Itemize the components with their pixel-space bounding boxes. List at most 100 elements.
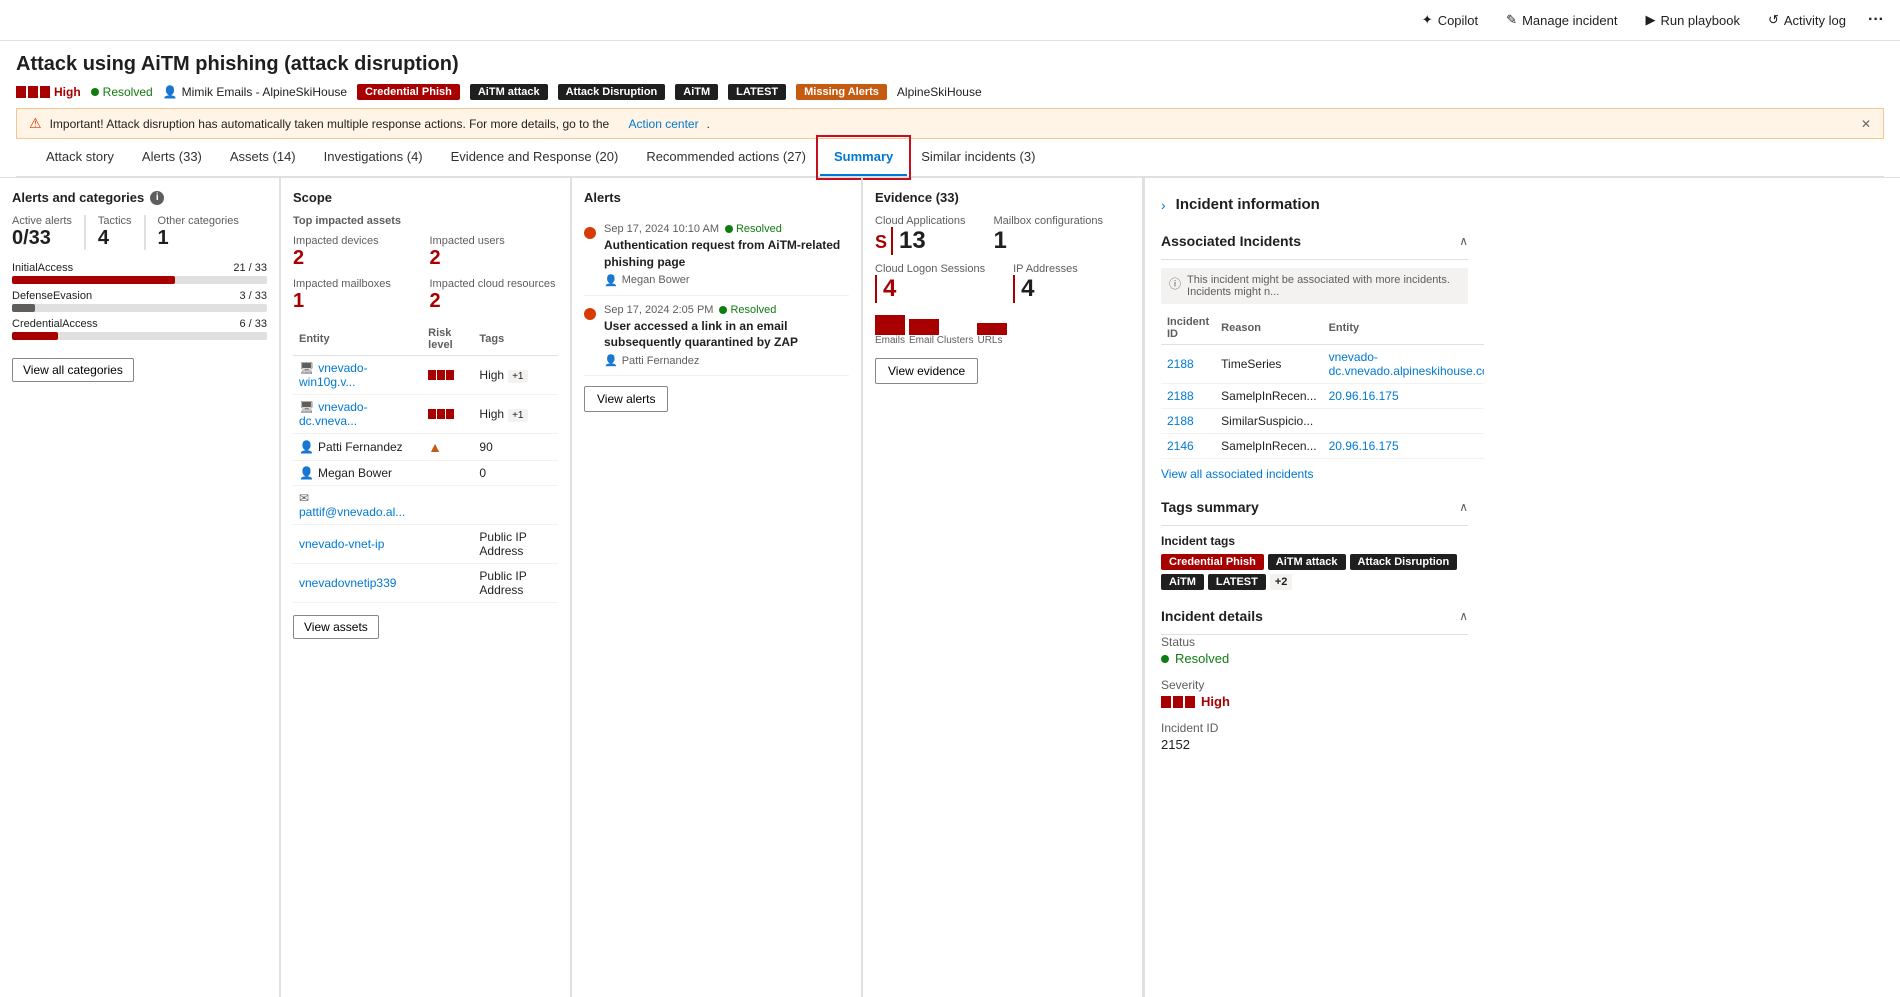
warning-icon: ⚠	[29, 115, 42, 132]
incident-row-2: 2188 SamelpInRecen... 20.96.16.175	[1161, 384, 1484, 409]
action-center-link[interactable]: Action center	[629, 117, 699, 131]
tab-similar-incidents[interactable]: Similar incidents (3)	[907, 139, 1049, 176]
credential-access-bar-bg	[12, 332, 267, 340]
tag-credential-phish-sidebar: Credential Phish	[1161, 554, 1264, 570]
credential-access-progress: CredentialAccess 6 / 33	[12, 318, 267, 340]
tab-attack-story[interactable]: Attack story	[32, 139, 128, 176]
incident-id-detail-label: Incident ID	[1161, 721, 1468, 735]
view-evidence-button[interactable]: View evidence	[875, 358, 978, 384]
view-assets-button[interactable]: View assets	[293, 615, 379, 639]
table-row: 👤Patti Fernandez ▲ 90	[293, 434, 558, 461]
entity-link[interactable]: 20.96.16.175	[1329, 389, 1399, 403]
alerts-feed-title: Alerts	[584, 190, 849, 205]
evidence-top-row: Cloud Applications S 13 Mailbox configur…	[875, 215, 1130, 255]
close-banner-button[interactable]: ✕	[1861, 117, 1871, 131]
associated-incidents-section: Associated Incidents ∧ ⓘ This incident m…	[1161, 223, 1468, 481]
tab-assets[interactable]: Assets (14)	[216, 139, 310, 176]
entity-cell: 20.96.16.175	[1323, 384, 1484, 409]
entity-link[interactable]: vnevado-vnet-ip	[299, 537, 384, 551]
incidents-table: Incident ID Reason Entity 2188 TimeSerie…	[1161, 312, 1484, 459]
entity-link[interactable]: 20.96.16.175	[1329, 439, 1399, 453]
user-icon: 👤	[604, 354, 618, 367]
entity-link[interactable]: vnevado-dc.vnevado.alpineskihouse.co	[1329, 350, 1484, 378]
status-detail-row: Status Resolved	[1161, 635, 1468, 666]
risk-cell: ▲	[422, 434, 473, 461]
entity-cell: vnevado-vnet-ip	[293, 525, 422, 564]
tags-summary-header[interactable]: Tags summary ∧	[1161, 489, 1468, 526]
view-all-associated-link[interactable]: View all associated incidents	[1161, 467, 1314, 481]
tab-alerts[interactable]: Alerts (33)	[128, 139, 216, 176]
alerts-categories-panel: Alerts and categories i Active alerts 0/…	[0, 178, 280, 997]
risk-block-1	[428, 409, 436, 419]
severity-block-1	[16, 86, 26, 98]
more-actions-button[interactable]: ···	[1868, 11, 1884, 29]
view-all-categories-button[interactable]: View all categories	[12, 358, 134, 382]
incident-info-toggle[interactable]: › Incident information	[1161, 190, 1468, 223]
risk-cell	[422, 356, 473, 395]
other-categories-stat: Other categories 1	[158, 215, 251, 250]
alert-title-1: Authentication request from AiTM-related…	[604, 237, 849, 271]
resolved-dot	[1161, 655, 1169, 663]
severity-block-3	[40, 86, 50, 98]
copilot-button[interactable]: ✦ Copilot	[1416, 8, 1484, 32]
tab-evidence-response[interactable]: Evidence and Response (20)	[437, 139, 633, 176]
sev-block-3	[1185, 696, 1195, 708]
tags-col-header: Tags	[473, 323, 558, 356]
risk-blocks	[428, 370, 467, 380]
tab-summary[interactable]: Summary	[820, 139, 907, 176]
cloud-apps-values: S 13	[875, 227, 966, 255]
entity-name: Megan Bower	[318, 466, 392, 480]
impacted-devices-label: Impacted devices	[293, 235, 422, 247]
run-playbook-button[interactable]: ▶ Run playbook	[1639, 8, 1746, 32]
alert-user-2: 👤 Patti Fernandez	[604, 354, 849, 367]
emails-label: Emails	[875, 335, 905, 346]
reason-header: Reason	[1215, 312, 1322, 345]
entity-name: Patti Fernandez	[318, 440, 403, 454]
resolved-dot	[725, 225, 733, 233]
tags-cell: Public IP Address	[473, 525, 558, 564]
entity-link[interactable]: pattif@vnevado.al...	[299, 505, 405, 519]
tab-investigations[interactable]: Investigations (4)	[310, 139, 437, 176]
entity-cell: 👤Patti Fernandez	[293, 434, 422, 461]
risk-block-1	[428, 370, 436, 380]
associated-incidents-title: Associated Incidents	[1161, 233, 1301, 249]
credential-access-bar-fill	[12, 332, 58, 340]
alert-status-1: Resolved	[736, 223, 782, 235]
table-row: ✉pattif@vnevado.al...	[293, 486, 558, 525]
cloud-apps-label: Cloud Applications	[875, 215, 966, 227]
defense-evasion-bar-bg	[12, 304, 267, 312]
history-icon: ↺	[1768, 12, 1779, 28]
reason-cell: SamelpInRecen...	[1215, 434, 1322, 459]
tag-aitm-attack: AiTM attack	[470, 84, 548, 100]
alert-banner: ⚠ Important! Attack disruption has autom…	[16, 108, 1884, 139]
incident-details-header[interactable]: Incident details ∧	[1161, 598, 1468, 635]
severity-detail-row: Severity High	[1161, 678, 1468, 709]
defense-evasion-name: DefenseEvasion	[12, 290, 92, 302]
incident-id-link[interactable]: 2188	[1167, 414, 1194, 428]
entity-cell: 🖥vnevado-dc.vneva...	[293, 395, 422, 434]
tab-recommended-actions[interactable]: Recommended actions (27)	[632, 139, 820, 176]
risk-num-cell: 0	[473, 461, 558, 486]
mailbox-config-value: 1	[994, 227, 1103, 255]
incident-id-link[interactable]: 2188	[1167, 357, 1194, 371]
copilot-label: Copilot	[1438, 13, 1478, 28]
incident-id-link[interactable]: 2146	[1167, 439, 1194, 453]
manage-incident-button[interactable]: ✎ Manage incident	[1500, 8, 1623, 32]
copilot-icon: ✦	[1422, 12, 1433, 28]
ip-addresses-value: 4	[1013, 275, 1078, 303]
chevron-up-icon: ∧	[1459, 500, 1468, 514]
view-alerts-button[interactable]: View alerts	[584, 386, 668, 412]
entity-link[interactable]: vnevadovnetip339	[299, 576, 396, 590]
impacted-mailboxes-label: Impacted mailboxes	[293, 278, 422, 290]
incident-id-link[interactable]: 2188	[1167, 389, 1194, 403]
associated-incidents-header[interactable]: Associated Incidents ∧	[1161, 223, 1468, 260]
mailbox-config-label: Mailbox configurations	[994, 215, 1103, 227]
alert-meta-2: Sep 17, 2024 2:05 PM Resolved	[604, 304, 849, 316]
incident-row-4: 2146 SamelpInRecen... 20.96.16.175	[1161, 434, 1484, 459]
associated-note: ⓘ This incident might be associated with…	[1161, 268, 1468, 304]
initial-access-bar-bg	[12, 276, 267, 284]
active-alerts-stat: Active alerts 0/33	[12, 215, 86, 250]
cloud-logon-value: 4	[875, 275, 985, 303]
status-value-text: Resolved	[1175, 651, 1229, 666]
activity-log-button[interactable]: ↺ Activity log	[1762, 8, 1852, 32]
